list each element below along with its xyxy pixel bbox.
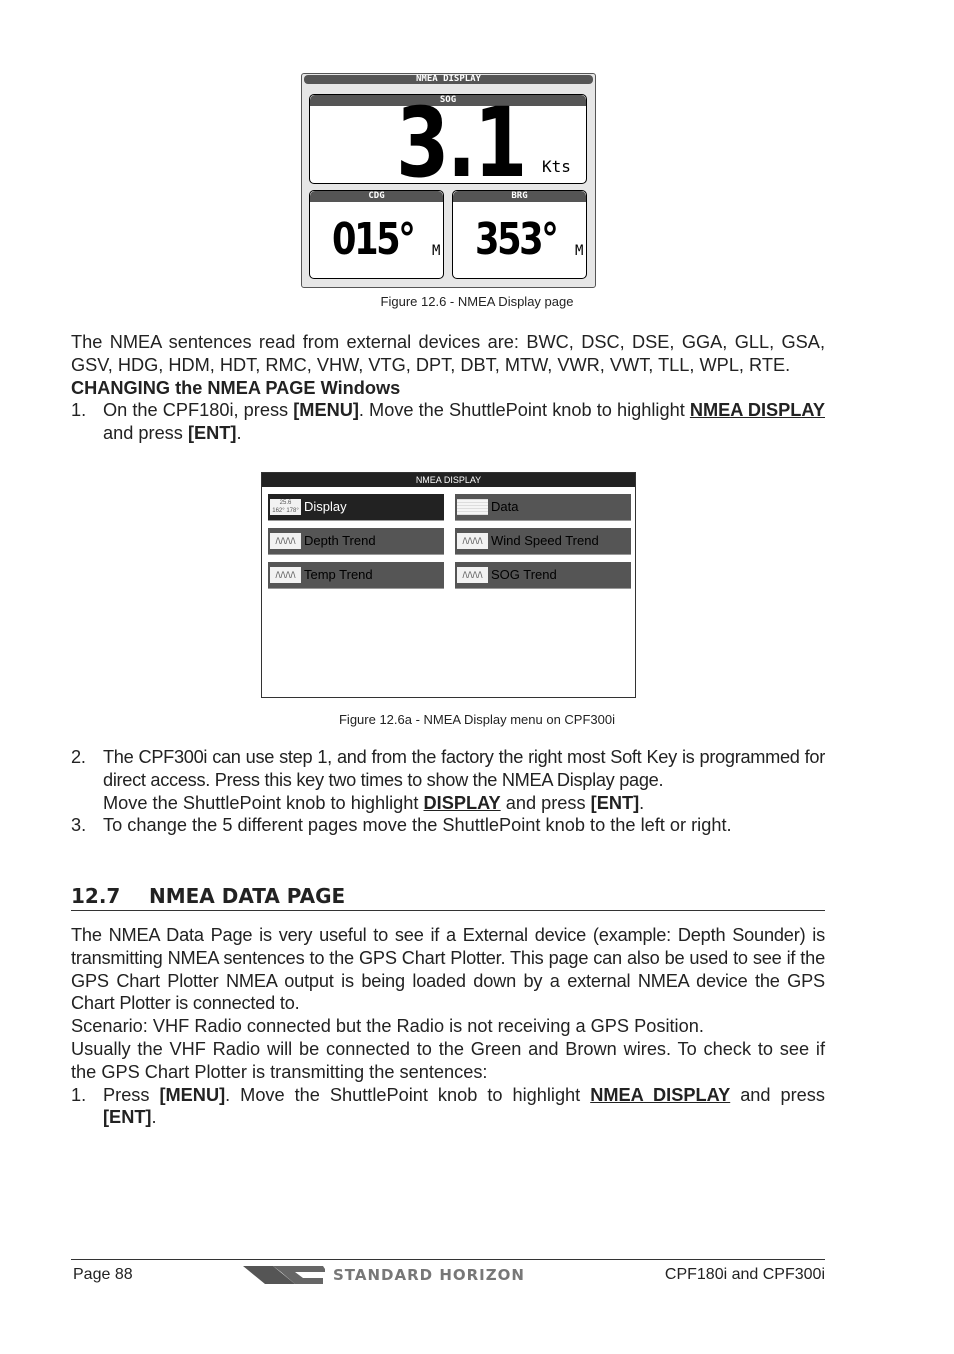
brand-name: STANDARD HORIZON [333, 1266, 525, 1284]
menu-item-wind-speed-trend[interactable]: /\/\/\/\ Wind Speed Trend [455, 528, 631, 555]
list-item: 2. The CPF300i can use step 1, and from t… [71, 746, 825, 792]
sog-panel: SOG 3.1 Kts [309, 94, 587, 184]
text: On the CPF180i, press [103, 400, 294, 421]
paragraph: The NMEA sentences read from external de… [71, 332, 825, 375]
key-ent: [ENT] [590, 792, 640, 813]
thumb-text: 162° [272, 508, 285, 514]
figure-caption: Figure 12.6a - NMEA Display menu on CPF3… [338, 712, 615, 727]
body-text: The NMEA sentences read from external de… [71, 331, 825, 445]
paragraph: Usually the VHF Radio will be connected … [71, 1038, 825, 1082]
body-text: The NMEA Data Page is very useful to see… [71, 924, 825, 1129]
list-item: 1. Press [MENU]. Move the ShuttlePoint kn… [71, 1084, 825, 1130]
trend-graph-icon: /\/\/\/\ [457, 567, 488, 583]
display-thumbnail-icon: 25.6 162° 178° [270, 499, 301, 515]
figure-caption: Figure 12.6 - NMEA Display page [380, 294, 574, 309]
nmea-menu-figure: NMEA DISPLAY 25.6 162° 178° Display Data /… [261, 472, 636, 698]
cdg-value: 015° [332, 214, 416, 265]
brand-logo-icon [243, 1266, 325, 1284]
list-number: 2. [71, 747, 86, 767]
section-heading: 12.7 NMEA DATA PAGE [71, 884, 825, 911]
steps: 2. The CPF300i can use step 1, and from t… [71, 746, 825, 837]
text: The CPF300i can use step 1, and from the… [103, 747, 825, 790]
menu-item-temp-trend[interactable]: /\/\/\/\ Temp Trend [268, 562, 444, 589]
text: . Move the ShuttlePoint knob to highligh… [358, 400, 690, 421]
text: . [151, 1107, 157, 1128]
list-item: 1. On the CPF180i, press [MENU]. Move the… [71, 399, 825, 445]
section-number: 12.7 [71, 884, 121, 908]
paragraph: Scenario: VHF Radio connected but the Ra… [71, 1016, 704, 1037]
list-item: 3. To change the 5 different pages move t… [71, 814, 825, 837]
menu-item-depth-trend[interactable]: /\/\/\/\ Depth Trend [268, 528, 444, 555]
nmea-display-figure: NMEA DISPLAY SOG 3.1 Kts CDG 015° M BRG … [301, 73, 596, 288]
menu-nmea-display: NMEA DISPLAY [689, 400, 825, 421]
menu-item-label: SOG Trend [491, 567, 557, 582]
cdg-label: CDG [310, 191, 443, 202]
menu-item-label: Temp Trend [304, 567, 373, 582]
menu-item-display[interactable]: 25.6 162° 178° Display [268, 494, 444, 521]
brg-value: 353° [475, 214, 559, 265]
menu-item-label: Depth Trend [304, 533, 376, 548]
brg-panel: BRG 353° M [452, 190, 587, 279]
menu-nmea-display: NMEA DISPLAY [590, 1084, 731, 1105]
trend-graph-icon: /\/\/\/\ [270, 567, 301, 583]
data-list-icon [457, 499, 488, 515]
list-number: 1. [71, 400, 87, 421]
sog-unit: Kts [542, 157, 571, 176]
cdg-panel: CDG 015° M [309, 190, 444, 279]
menu-item-label: Data [491, 499, 519, 514]
menu-item-data[interactable]: Data [455, 494, 631, 521]
subheading: CHANGING the NMEA PAGE Windows [71, 377, 825, 400]
document-page: NMEA DISPLAY SOG 3.1 Kts CDG 015° M BRG … [0, 0, 954, 1354]
key-menu: [MENU] [293, 400, 359, 421]
sog-value: 3.1 [396, 94, 527, 184]
text: To change the 5 different pages move the… [103, 815, 732, 836]
menu-item-sog-trend[interactable]: /\/\/\/\ SOG Trend [455, 562, 631, 589]
text: and press [500, 792, 591, 813]
list-number: 3. [71, 815, 87, 836]
section-title: NMEA DATA PAGE [149, 884, 346, 908]
text: and press [730, 1084, 825, 1105]
key-ent: [ENT] [103, 1107, 152, 1128]
brg-label: BRG [453, 191, 586, 202]
text: . [639, 792, 645, 813]
page-number: Page 88 [73, 1266, 133, 1283]
menu-title: NMEA DISPLAY [262, 473, 635, 487]
list-item-continued: Move the ShuttlePoint knob to highlight … [71, 792, 825, 815]
text: . [236, 423, 242, 444]
trend-graph-icon: /\/\/\/\ [270, 533, 301, 549]
text: . Move the ShuttlePoint knob to highligh… [225, 1084, 591, 1105]
subheading-text: CHANGING the NMEA PAGE Windows [71, 377, 401, 398]
page-footer: Page 88 STANDARD HORIZON CPF180i and CPF… [71, 1259, 825, 1290]
cdg-unit: M [432, 243, 441, 259]
trend-graph-icon: /\/\/\/\ [457, 533, 488, 549]
paragraph: The NMEA Data Page is very useful to see… [71, 925, 825, 1014]
thumb-text: 25.6 [279, 500, 292, 506]
key-ent: [ENT] [187, 423, 237, 444]
text: Move the ShuttlePoint knob to highlight [103, 792, 424, 813]
menu-item-label: Wind Speed Trend [491, 533, 599, 548]
key-menu: [MENU] [159, 1084, 226, 1105]
menu-display: DISPLAY [423, 792, 501, 813]
text: and press [103, 423, 188, 444]
text: Press [103, 1084, 160, 1105]
brg-unit: M [575, 243, 584, 259]
model-name: CPF180i and CPF300i [664, 1266, 825, 1283]
thumb-text: 178° [286, 508, 299, 514]
menu-item-label: Display [304, 499, 347, 514]
figure-title: NMEA DISPLAY [304, 75, 593, 84]
list-number: 1. [71, 1084, 87, 1105]
